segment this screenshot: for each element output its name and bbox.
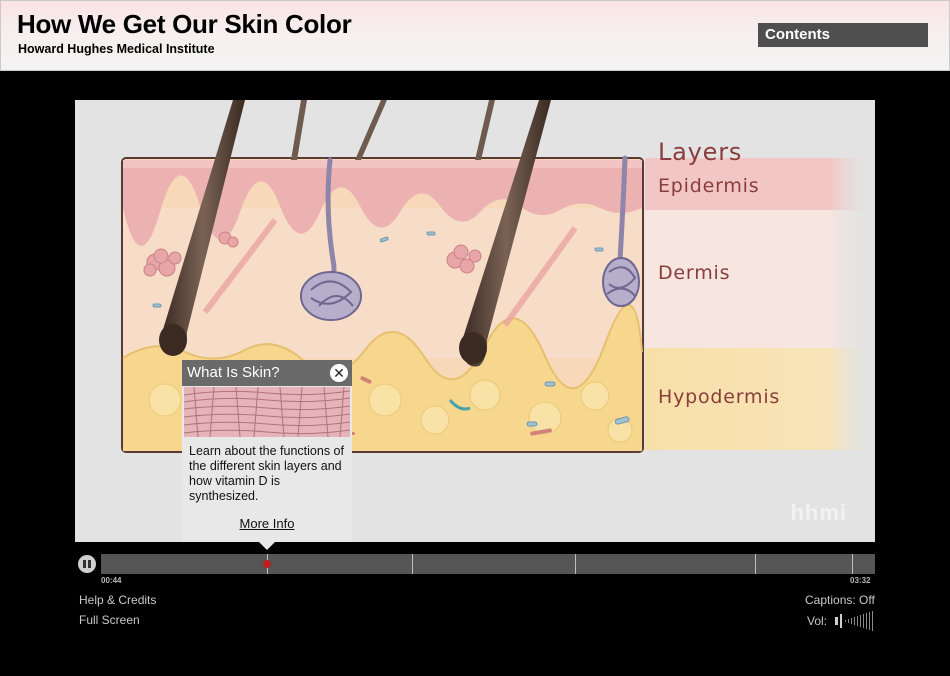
full-screen-link[interactable]: Full Screen [79, 613, 140, 627]
info-popup: What Is Skin? ✕ Learn about the function… [182, 360, 352, 542]
help-credits-link[interactable]: Help & Credits [79, 593, 156, 607]
hhmi-watermark-logo: hhmi [790, 500, 847, 525]
chapter-tick[interactable] [755, 554, 756, 574]
chapter-tick[interactable] [412, 554, 413, 574]
close-icon[interactable]: ✕ [330, 364, 348, 382]
chapter-tick[interactable] [852, 554, 853, 574]
skin-tissue-thumbnail [184, 387, 350, 437]
popup-header: What Is Skin? ✕ [182, 360, 352, 386]
chapter-tick[interactable] [575, 554, 576, 574]
layer-label-epidermis: Epidermis [658, 175, 760, 197]
playhead-marker[interactable] [263, 560, 271, 568]
more-info-link[interactable]: More Info [182, 516, 352, 531]
app-header: How We Get Our Skin Color Howard Hughes … [0, 0, 950, 71]
total-time: 03:32 [850, 576, 871, 585]
timeline-scrubber[interactable] [101, 554, 875, 574]
layer-label-dermis: Dermis [658, 262, 731, 284]
contents-button[interactable]: Contents [758, 23, 928, 47]
pause-icon[interactable] [78, 555, 96, 573]
layer-label-hypodermis: Hypodermis [658, 386, 781, 408]
volume-label: Vol: [807, 614, 828, 628]
current-time: 00:44 [101, 576, 122, 585]
publisher-name: Howard Hughes Medical Institute [18, 42, 215, 56]
popup-pointer [259, 542, 275, 550]
volume-icon[interactable] [835, 611, 875, 631]
popup-title: What Is Skin? [187, 364, 280, 381]
captions-toggle[interactable]: Captions: Off [805, 593, 875, 607]
layers-heading: Layers [658, 138, 743, 166]
popup-description: Learn about the functions of the differe… [189, 444, 344, 503]
page-title: How We Get Our Skin Color [17, 9, 352, 39]
